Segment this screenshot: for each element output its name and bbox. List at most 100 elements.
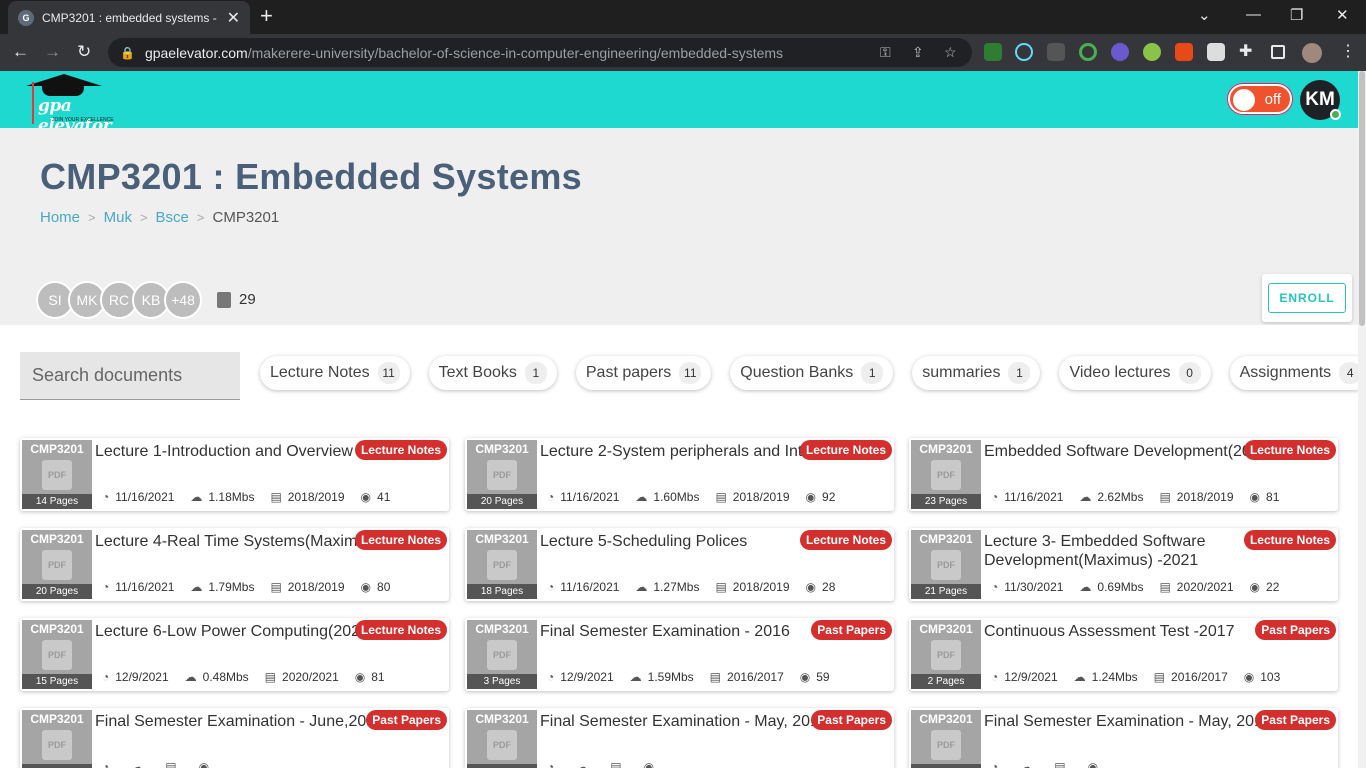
- document-card[interactable]: CMP3201 PDF 18 Pages Lecture 5-Schedulin…: [465, 528, 894, 601]
- enroll-button[interactable]: ENROLL: [1268, 283, 1346, 313]
- document-thumbnail: CMP3201 PDF 2 Pages: [911, 620, 981, 689]
- toggle-label: off: [1264, 91, 1281, 108]
- search-input[interactable]: [20, 352, 240, 400]
- share-icon[interactable]: ⇪: [912, 44, 924, 61]
- document-card[interactable]: CMP3201 PDF Final Semester Examination -…: [909, 708, 1338, 768]
- document-card[interactable]: CMP3201 PDF 15 Pages Lecture 6-Low Power…: [20, 618, 449, 691]
- browser-tab[interactable]: G CMP3201 : embedded systems - ✕: [8, 1, 250, 34]
- back-icon[interactable]: ←: [12, 42, 29, 62]
- document-thumbnail: CMP3201 PDF: [467, 710, 537, 768]
- forward-icon[interactable]: →: [44, 42, 61, 62]
- document-title[interactable]: Lecture 4-Real Time Systems(Maximus): [95, 532, 375, 551]
- calendar-icon: ▤: [1054, 760, 1066, 768]
- more-members[interactable]: +48: [164, 281, 202, 319]
- breadcrumb-university[interactable]: Muk: [104, 209, 132, 226]
- document-title[interactable]: Embedded Software Development(2021): [984, 442, 1264, 461]
- document-title[interactable]: Lecture 3- Embedded Software Development…: [984, 532, 1264, 570]
- document-title[interactable]: Final Semester Examination - June,2017: [95, 712, 375, 731]
- lock-icon[interactable]: 🔒: [120, 46, 135, 60]
- puzzle-icon[interactable]: ✚: [1239, 41, 1257, 60]
- file-size: 1.18Mbs: [208, 490, 255, 504]
- views-eye-icon: ◉: [805, 580, 817, 594]
- filter-chip[interactable]: summaries 1: [912, 356, 1041, 390]
- file-size: 1.60Mbs: [653, 490, 700, 504]
- breadcrumb-program[interactable]: Bsce: [156, 209, 189, 226]
- document-card[interactable]: CMP3201 PDF 20 Pages Lecture 4-Real Time…: [20, 528, 449, 601]
- filter-chip[interactable]: Video lectures 0: [1059, 356, 1211, 390]
- extension-ring-icon[interactable]: [1079, 43, 1097, 61]
- document-title[interactable]: Continuous Assessment Test -2017: [984, 622, 1264, 641]
- document-title[interactable]: Lecture 6-Low Power Computing(2021): [95, 622, 375, 641]
- academic-year: 2018/2019: [1176, 490, 1234, 504]
- close-window-icon[interactable]: ✕: [1336, 6, 1349, 24]
- view-count: 81: [371, 670, 385, 684]
- breadcrumb-separator-icon: >: [88, 210, 96, 225]
- views-eye-icon: ◉: [360, 580, 372, 594]
- document-card[interactable]: CMP3201 PDF 20 Pages Lecture 2-System pe…: [465, 438, 894, 511]
- filter-chip[interactable]: Lecture Notes 11: [260, 356, 410, 390]
- tab-search-icon[interactable]: ⌄: [1198, 6, 1211, 24]
- document-card[interactable]: CMP3201 PDF 23 Pages Embedded Software D…: [909, 438, 1338, 511]
- page-count: 3 Pages: [467, 674, 537, 689]
- bookmark-star-icon[interactable]: ☆: [944, 44, 957, 61]
- pdf-icon: PDF: [931, 640, 961, 670]
- document-card[interactable]: CMP3201 PDF Final Semester Examination -…: [20, 708, 449, 768]
- enrolled-members: SI MK RC KB +48: [36, 281, 202, 319]
- document-thumbnail: CMP3201 PDF: [22, 710, 92, 768]
- address-bar[interactable]: 🔒 gpaelevator.com/makerere-university/ba…: [108, 38, 972, 67]
- minimize-icon[interactable]: —: [1246, 6, 1261, 23]
- upload-date: 11/16/2021: [560, 490, 620, 504]
- filter-chip[interactable]: Assignments 4: [1229, 356, 1366, 390]
- document-title[interactable]: Lecture 2-System peripherals and Interru…: [540, 442, 820, 461]
- document-card[interactable]: CMP3201 PDF 3 Pages Final Semester Exami…: [465, 618, 894, 691]
- document-title[interactable]: Final Semester Examination - 2016: [540, 622, 820, 641]
- document-meta: ◔ ☁ ▤ ◉: [547, 760, 676, 768]
- more-menu-icon[interactable]: ⋮: [1340, 41, 1358, 60]
- new-tab-icon[interactable]: +: [260, 5, 273, 27]
- user-avatar[interactable]: KM: [1300, 80, 1341, 120]
- filter-chip-label: Past papers: [585, 364, 672, 381]
- document-title[interactable]: Final Semester Examination - May, 2016: [540, 712, 820, 731]
- side-panel-icon[interactable]: [1271, 45, 1285, 59]
- extension-figure-icon[interactable]: [1175, 43, 1193, 61]
- document-card[interactable]: CMP3201 PDF 2 Pages Continuous Assessmen…: [909, 618, 1338, 691]
- extension-shield-icon[interactable]: [984, 43, 1002, 61]
- page-title: CMP3201 : Embedded Systems: [40, 156, 582, 197]
- extension-gear-icon[interactable]: [1111, 43, 1129, 61]
- filter-chip-label: Question Banks: [740, 364, 854, 381]
- views-eye-icon: ◉: [643, 760, 655, 768]
- profile-avatar-icon[interactable]: [1302, 43, 1322, 63]
- pdf-icon: PDF: [931, 550, 961, 580]
- document-card[interactable]: CMP3201 PDF Final Semester Examination -…: [465, 708, 894, 768]
- avatar-initials: KM: [1305, 89, 1335, 110]
- extension-doc-icon[interactable]: [1207, 43, 1225, 61]
- scrollbar-thumb[interactable]: [1359, 71, 1365, 326]
- document-title[interactable]: Lecture 5-Scheduling Polices: [540, 532, 820, 551]
- mode-toggle[interactable]: off: [1228, 84, 1292, 114]
- upload-date: 11/16/2021: [115, 490, 175, 504]
- filter-chip-count: 1: [861, 362, 884, 384]
- extension-icon[interactable]: [1047, 43, 1065, 61]
- key-icon[interactable]: ⚿: [880, 44, 891, 61]
- calendar-icon: ▤: [610, 760, 622, 768]
- breadcrumb-home[interactable]: Home: [40, 209, 80, 226]
- document-thumbnail: CMP3201 PDF 15 Pages: [22, 620, 92, 689]
- close-tab-icon[interactable]: ✕: [227, 8, 240, 28]
- category-badge: Lecture Notes: [1243, 440, 1336, 460]
- upload-date: 11/16/2021: [115, 580, 175, 594]
- document-thumbnail: CMP3201 PDF 3 Pages: [467, 620, 537, 689]
- page-scrollbar[interactable]: [1358, 71, 1366, 768]
- document-card[interactable]: CMP3201 PDF 21 Pages Lecture 3- Embedded…: [909, 528, 1338, 601]
- site-logo[interactable]: gpa elevator JOIN YOUR EXCELLENCE: [24, 74, 134, 136]
- document-meta: ◔ 11/30/2021 ☁ 0.69Mbs ▤ 2020/2021 ◉ 22: [991, 580, 1295, 594]
- filter-chip[interactable]: Question Banks 1: [730, 356, 894, 390]
- filter-chip[interactable]: Text Books 1: [428, 356, 557, 390]
- filter-chip[interactable]: Past papers 11: [575, 356, 712, 390]
- react-devtools-icon[interactable]: [1015, 43, 1033, 61]
- extension-globe-icon[interactable]: [1143, 43, 1161, 61]
- restore-icon[interactable]: ❐: [1290, 6, 1303, 24]
- reload-icon[interactable]: ↻: [77, 42, 91, 62]
- document-title[interactable]: Final Semester Examination - May, 2013: [984, 712, 1264, 731]
- document-title[interactable]: Lecture 1-Introduction and Overview: [95, 442, 375, 461]
- document-card[interactable]: CMP3201 PDF 14 Pages Lecture 1-Introduct…: [20, 438, 449, 511]
